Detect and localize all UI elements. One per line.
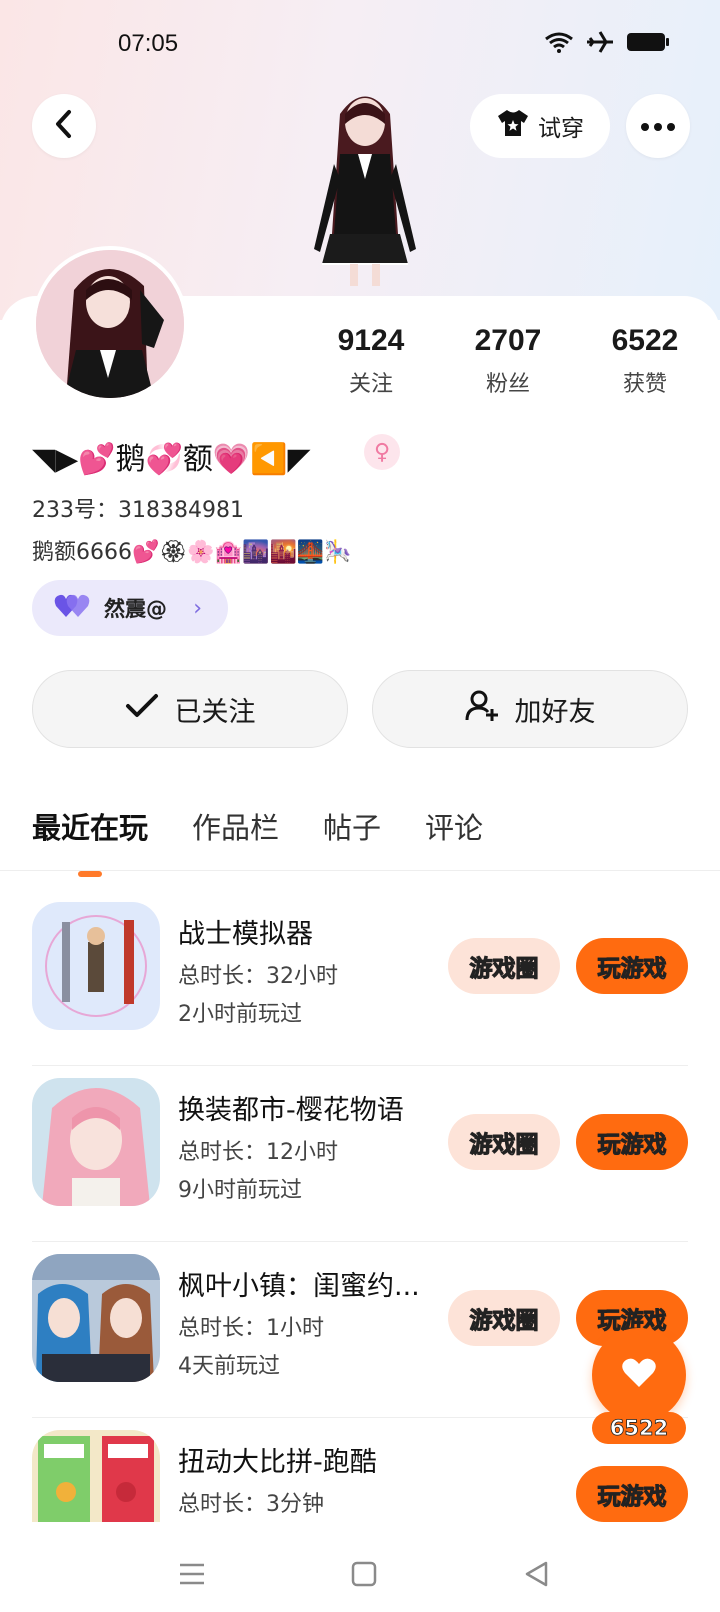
following-count: 9124 xyxy=(337,324,405,357)
back-triangle-icon[interactable] xyxy=(512,1550,560,1598)
stat-likes[interactable]: 6522 获赞 xyxy=(590,324,700,398)
double-heart-icon xyxy=(54,593,90,624)
cp-chip[interactable]: 然震@ › xyxy=(32,580,228,636)
play-game-button[interactable]: 玩游戏 xyxy=(576,1114,688,1170)
game-icon-maple-town[interactable] xyxy=(32,1254,160,1382)
try-on-button[interactable]: 试穿 xyxy=(470,94,610,158)
more-dots-icon xyxy=(640,117,676,136)
following-label: 关注 xyxy=(348,372,393,397)
user-id: 233号：318384981 xyxy=(32,498,244,523)
add-friend-button[interactable]: 加好友 xyxy=(372,670,688,748)
game-duration: 总时长：1小时 xyxy=(178,1316,324,1341)
avatar[interactable] xyxy=(32,246,188,402)
game-duration: 总时长：32小时 xyxy=(178,964,338,989)
game-last-played: 4天前玩过 xyxy=(178,1354,280,1379)
tshirt-icon xyxy=(496,108,530,144)
status-time: 07:05 xyxy=(118,30,179,57)
nickname: ◥▶💕鹅💞额💗◀️◤ xyxy=(32,442,311,477)
chevron-left-icon xyxy=(52,109,76,143)
like-button[interactable] xyxy=(592,1328,686,1422)
followers-count: 2707 xyxy=(474,324,542,357)
avatar-3d-figure[interactable] xyxy=(290,84,440,294)
heart-icon xyxy=(621,1357,657,1393)
followers-label: 粉丝 xyxy=(485,372,530,397)
cp-name: 然震@ xyxy=(104,597,167,621)
game-icon-twist-parkour[interactable] xyxy=(32,1430,160,1522)
play-game-button[interactable]: 玩游戏 xyxy=(576,1466,688,1522)
following-button-label: 已关注 xyxy=(174,696,256,728)
game-circle-button[interactable]: 游戏圈 xyxy=(448,1114,560,1170)
likes-label: 获赞 xyxy=(622,372,667,397)
game-icon-sakura-dressup[interactable] xyxy=(32,1078,160,1206)
add-user-icon xyxy=(465,690,499,729)
game-title: 枫叶小镇：闺蜜约... xyxy=(178,1271,420,1302)
likes-count: 6522 xyxy=(611,324,679,357)
airplane-mode-icon xyxy=(586,30,614,54)
game-last-played: 9小时前玩过 xyxy=(178,1178,302,1203)
battery-icon xyxy=(626,31,670,53)
chevron-right-icon: › xyxy=(193,595,202,621)
try-on-label: 试穿 xyxy=(538,116,584,142)
gender-female-icon: ♀ xyxy=(364,434,400,470)
wifi-icon xyxy=(544,31,574,53)
home-square-icon[interactable] xyxy=(340,1550,388,1598)
menu-icon[interactable] xyxy=(168,1550,216,1598)
tab-posts[interactable]: 帖子 xyxy=(323,805,381,877)
game-title: 扭动大比拼-跑酷 xyxy=(178,1447,377,1478)
game-duration: 总时长：12小时 xyxy=(178,1140,338,1165)
list-item[interactable]: 战士模拟器 总时长：32小时 2小时前玩过 游戏圈 玩游戏 xyxy=(0,890,720,1066)
game-title: 战士模拟器 xyxy=(178,919,313,950)
bio: 鹅额6666💕🏵🌸🏩🌆🌇🌉🎠 xyxy=(32,540,352,565)
tab-works[interactable]: 作品栏 xyxy=(192,805,279,877)
stat-following[interactable]: 9124 关注 xyxy=(316,324,426,398)
game-duration: 总时长：3分钟 xyxy=(178,1492,324,1517)
system-nav-bar xyxy=(0,1532,720,1612)
profile-tabs: 最近在玩 作品栏 帖子 评论 xyxy=(32,805,483,877)
tab-comments[interactable]: 评论 xyxy=(425,805,483,877)
tab-recently-played[interactable]: 最近在玩 xyxy=(32,805,148,877)
status-bar: 07:05 xyxy=(0,0,720,92)
list-item[interactable]: 换装都市-樱花物语 总时长：12小时 9小时前玩过 游戏圈 玩游戏 xyxy=(0,1066,720,1242)
more-options-button[interactable] xyxy=(626,94,690,158)
add-friend-label: 加好友 xyxy=(514,696,596,728)
play-game-button[interactable]: 玩游戏 xyxy=(576,938,688,994)
stat-followers[interactable]: 2707 粉丝 xyxy=(453,324,563,398)
like-count: 6522 xyxy=(592,1412,686,1444)
game-icon-warrior-simulator[interactable] xyxy=(32,902,160,1030)
game-last-played: 2小时前玩过 xyxy=(178,1002,302,1027)
checkmark-icon xyxy=(125,693,159,726)
following-button[interactable]: 已关注 xyxy=(32,670,348,748)
game-circle-button[interactable]: 游戏圈 xyxy=(448,1290,560,1346)
game-circle-button[interactable]: 游戏圈 xyxy=(448,938,560,994)
back-button[interactable] xyxy=(32,94,96,158)
tabs-divider xyxy=(0,870,720,871)
game-title: 换装都市-樱花物语 xyxy=(178,1095,404,1126)
